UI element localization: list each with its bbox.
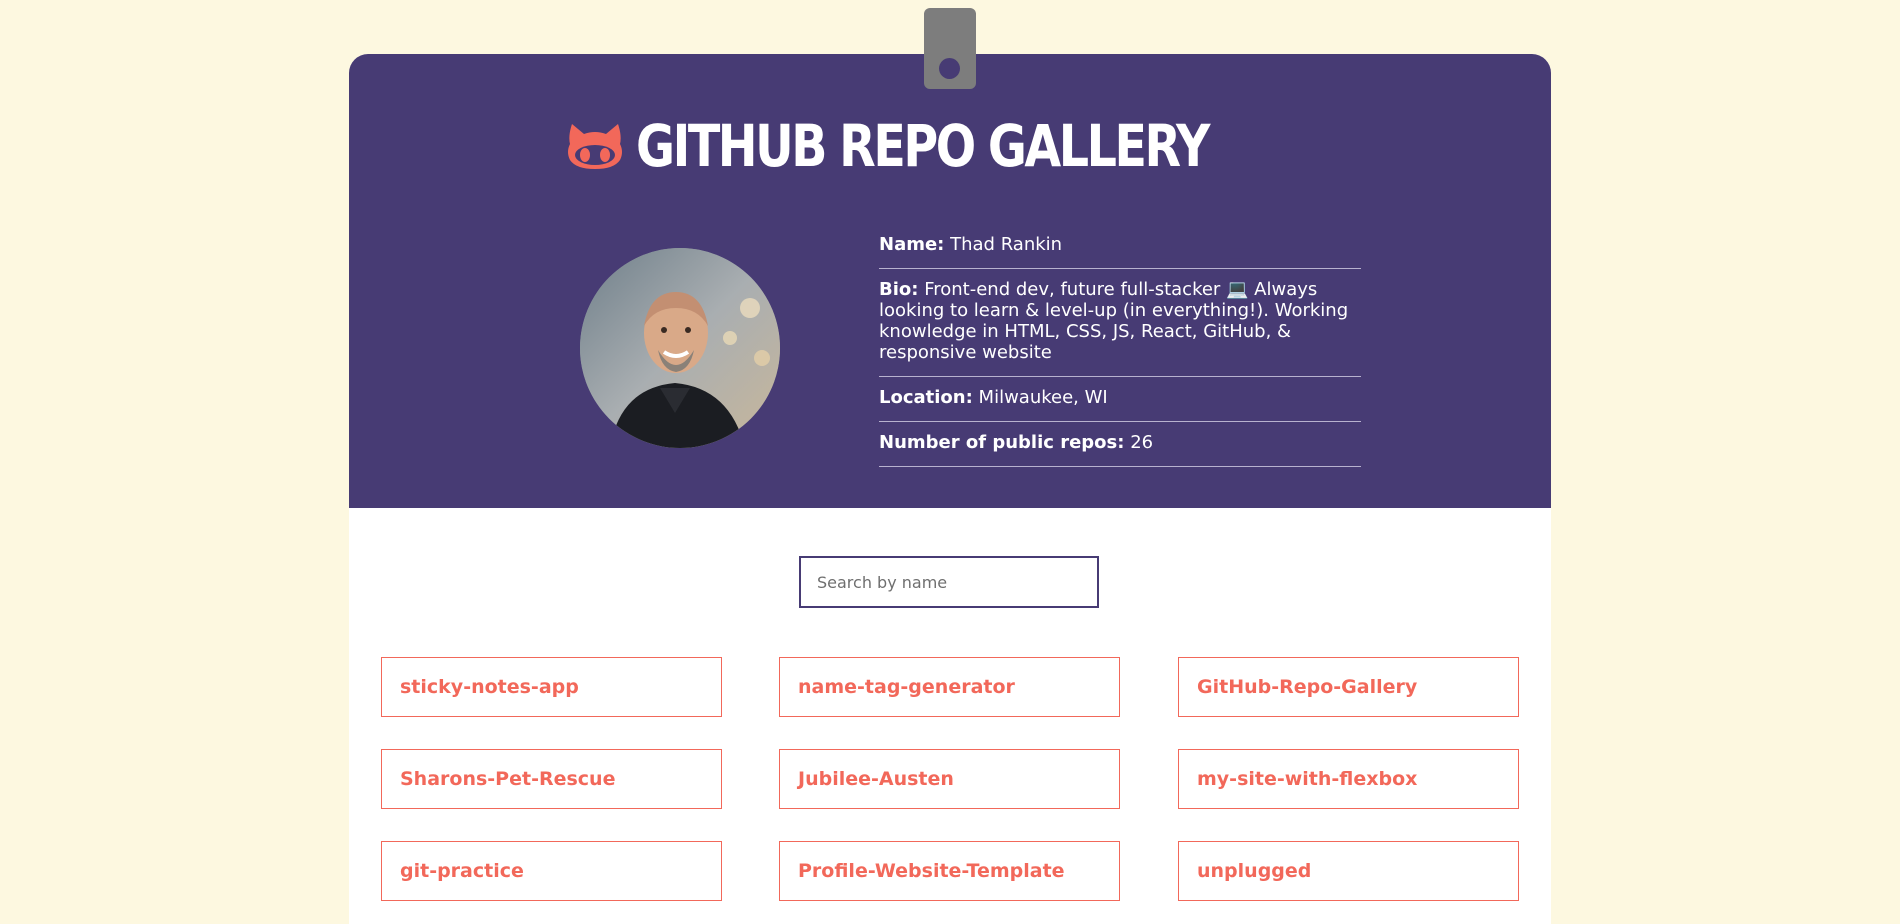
profile-bio: Front-end dev, future full-stacker 💻 Alw… xyxy=(879,279,1349,363)
repo-item[interactable]: my-site-with-flexbox xyxy=(1178,749,1519,809)
page-title: GITHUB REPO GALLERY xyxy=(636,112,1210,180)
profile-header: GITHUB REPO GALLERY Name: Thad Rankin Bi… xyxy=(349,54,1551,508)
repo-item[interactable]: unplugged xyxy=(1178,841,1519,901)
clip-hole xyxy=(939,58,960,79)
repo-item[interactable]: Sharons-Pet-Rescue xyxy=(381,749,722,809)
avatar-photo xyxy=(580,248,780,448)
profile-name-row: Name: Thad Rankin xyxy=(879,224,1361,269)
github-octocat-icon xyxy=(568,124,623,169)
repo-item[interactable]: sticky-notes-app xyxy=(381,657,722,717)
clipboard-clip xyxy=(924,8,976,89)
name-label: Name: xyxy=(879,234,945,255)
profile-repos-row: Number of public repos: 26 xyxy=(879,422,1361,467)
profile-location: Milwaukee, WI xyxy=(978,387,1108,408)
repo-item[interactable]: Jubilee-Austen xyxy=(779,749,1120,809)
location-label: Location: xyxy=(879,387,973,408)
bio-label: Bio: xyxy=(879,279,919,300)
repos-count-label: Number of public repos: xyxy=(879,432,1125,453)
profile-info: Name: Thad Rankin Bio: Front-end dev, fu… xyxy=(879,224,1361,467)
search-input[interactable] xyxy=(799,556,1099,608)
profile-bio-row: Bio: Front-end dev, future full-stacker … xyxy=(879,269,1361,377)
profile-name: Thad Rankin xyxy=(950,234,1063,255)
repo-item[interactable]: Profile-Website-Template xyxy=(779,841,1120,901)
repos-count: 26 xyxy=(1130,432,1154,453)
gallery-card: GITHUB REPO GALLERY Name: Thad Rankin Bi… xyxy=(349,54,1551,924)
repo-item[interactable]: GitHub-Repo-Gallery xyxy=(1178,657,1519,717)
title-row: GITHUB REPO GALLERY xyxy=(349,106,1551,186)
avatar xyxy=(580,248,780,448)
repo-item[interactable]: git-practice xyxy=(381,841,722,901)
profile-location-row: Location: Milwaukee, WI xyxy=(879,377,1361,422)
repo-item[interactable]: name-tag-generator xyxy=(779,657,1120,717)
